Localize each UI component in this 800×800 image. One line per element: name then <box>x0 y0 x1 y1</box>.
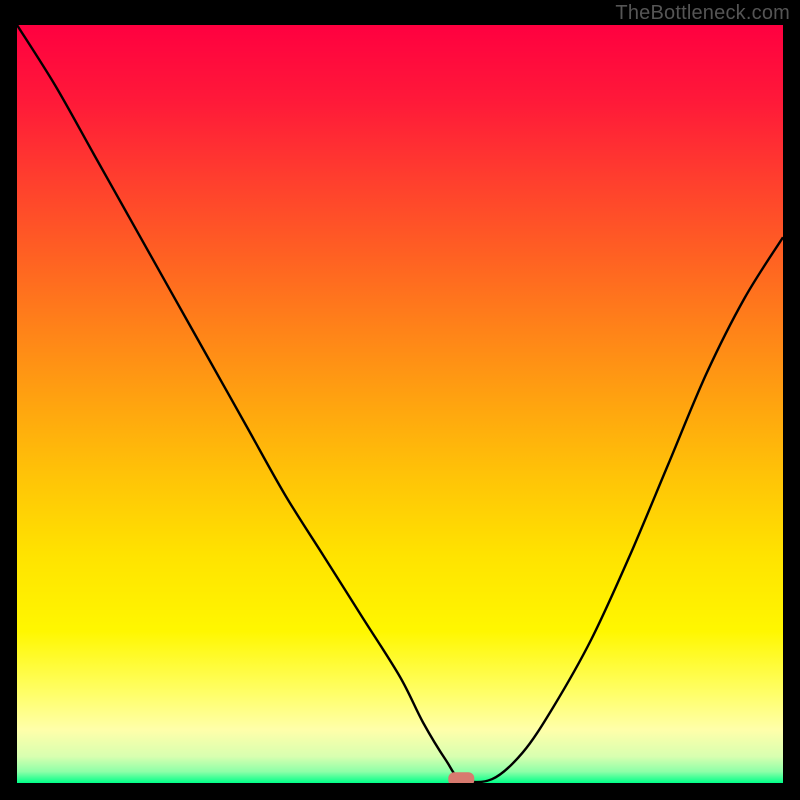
chart-frame: TheBottleneck.com <box>0 0 800 800</box>
plot-area <box>17 25 783 783</box>
gradient-background <box>17 25 783 783</box>
optimal-marker <box>448 772 474 783</box>
watermark-text: TheBottleneck.com <box>615 2 790 25</box>
bottleneck-chart <box>17 25 783 783</box>
